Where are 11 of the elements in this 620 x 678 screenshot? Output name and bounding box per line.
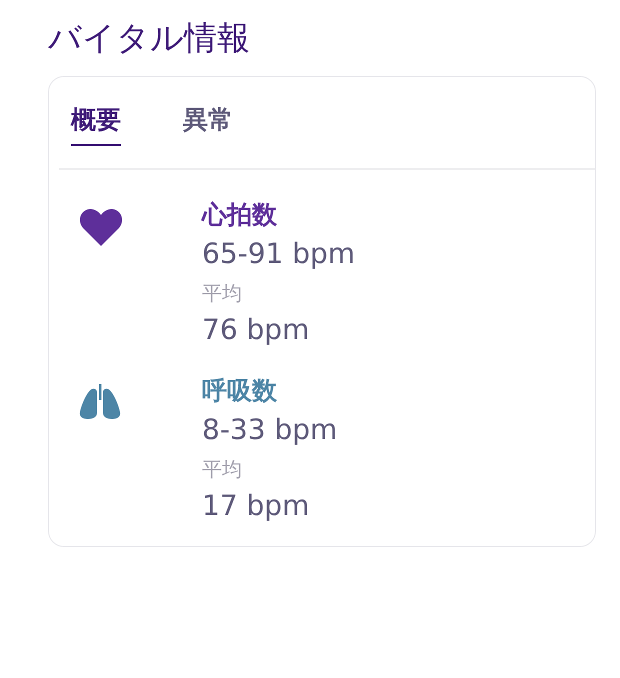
- page-title: バイタル情報: [48, 17, 251, 59]
- average-label: 平均: [202, 456, 243, 483]
- tab[interactable]: 異常: [183, 97, 233, 146]
- vital-range: 8-33 bpm: [202, 412, 338, 448]
- average-value: 17 bpm: [202, 488, 310, 524]
- vital-range: 65-91 bpm: [202, 236, 356, 272]
- average-value: 76 bpm: [202, 312, 310, 348]
- tab[interactable]: 概要: [71, 97, 121, 146]
- average-label: 平均: [202, 280, 243, 307]
- vital-name: 呼吸数: [202, 375, 278, 407]
- vital-name: 心拍数: [202, 199, 278, 231]
